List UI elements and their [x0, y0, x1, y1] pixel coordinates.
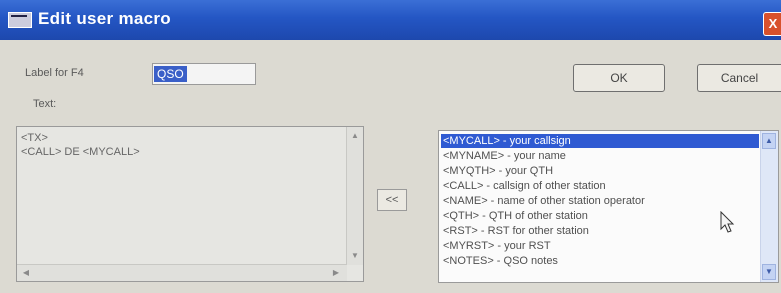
macro-list-item[interactable]: <MYRST> - your RST [441, 239, 551, 253]
label-input[interactable]: QSO [152, 63, 256, 85]
scroll-down-arrow-icon[interactable]: ▼ [762, 264, 776, 280]
text-line: <TX> [21, 132, 48, 144]
macro-text-content: <TX> <CALL> DE <MYCALL> [21, 131, 140, 159]
macro-listbox[interactable]: <MYCALL> - your callsign <MYNAME> - your … [438, 130, 779, 283]
ok-button[interactable]: OK [573, 64, 665, 92]
macro-list-item[interactable]: <MYNAME> - your name [441, 149, 566, 163]
mouse-cursor-icon [720, 211, 735, 233]
close-button[interactable]: X [763, 12, 781, 36]
label-input-value: QSO [154, 66, 187, 82]
macro-list-item[interactable]: <QTH> - QTH of other station [441, 209, 588, 223]
scroll-down-arrow-icon[interactable]: ▼ [348, 249, 362, 263]
scroll-up-arrow-icon[interactable]: ▲ [348, 129, 362, 143]
listbox-vertical-scrollbar[interactable]: ▲ ▼ [760, 131, 778, 282]
macro-list-item[interactable]: <NOTES> - QSO notes [441, 254, 558, 268]
macro-list-item[interactable]: <NAME> - name of other station operator [441, 194, 645, 208]
macro-list-item[interactable]: <MYQTH> - your QTH [441, 164, 553, 178]
text-line: <CALL> DE <MYCALL> [21, 146, 140, 158]
scroll-left-arrow-icon[interactable]: ◀ [19, 266, 33, 280]
scroll-right-arrow-icon[interactable]: ▶ [329, 266, 343, 280]
insert-macro-button[interactable]: << [377, 189, 407, 211]
label-field-label: Label for F4 [25, 67, 84, 79]
cancel-button[interactable]: Cancel [697, 64, 781, 92]
macro-list-item[interactable]: <RST> - RST for other station [441, 224, 589, 238]
text-area-vertical-scrollbar[interactable]: ▲ ▼ [346, 127, 363, 265]
window-app-icon [8, 12, 32, 28]
window-title: Edit user macro [38, 9, 171, 28]
text-area-horizontal-scrollbar[interactable]: ◀ ▶ [17, 264, 347, 281]
scroll-up-arrow-icon[interactable]: ▲ [762, 133, 776, 149]
title-bar[interactable]: Edit user macro X [0, 0, 781, 40]
macro-list-item[interactable]: <CALL> - callsign of other station [441, 179, 606, 193]
macro-text-area[interactable]: <TX> <CALL> DE <MYCALL> ▲ ▼ ◀ ▶ [16, 126, 364, 282]
text-label: Text: [33, 98, 57, 110]
macro-list-item[interactable]: <MYCALL> - your callsign [441, 134, 759, 148]
close-icon: X [768, 16, 778, 31]
